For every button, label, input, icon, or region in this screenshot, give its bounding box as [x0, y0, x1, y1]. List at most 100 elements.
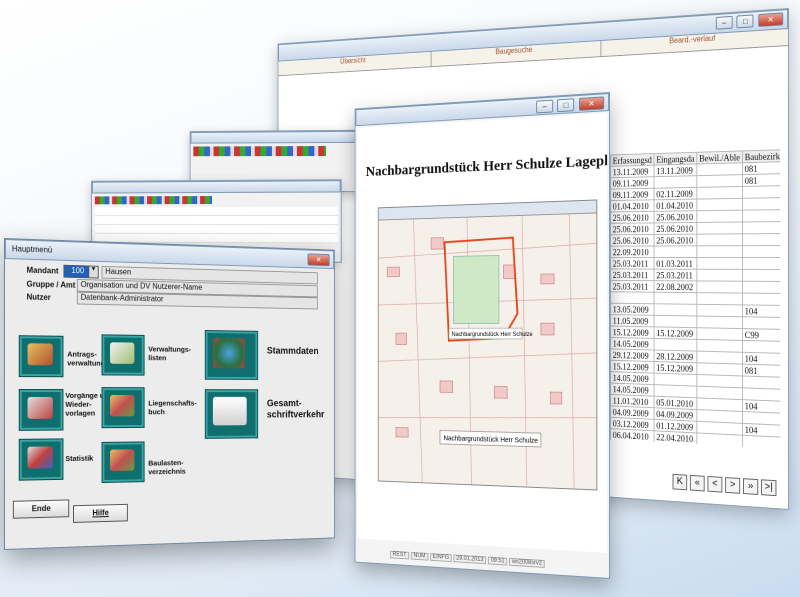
- table-cell: 02.11.2009: [654, 187, 697, 200]
- table-cell: [742, 197, 781, 211]
- hilfe-button[interactable]: Hilfe: [73, 503, 128, 523]
- table-cell: 22.04.2010: [654, 430, 697, 445]
- table-cell: 25.03.2011: [610, 280, 655, 293]
- baulastenverzeichnis-button[interactable]: [101, 441, 145, 483]
- antragsverwaltung-label: Antrags- verwaltung: [67, 349, 105, 368]
- table-cell: [742, 269, 781, 282]
- table-cell: [696, 245, 743, 258]
- record-navigation: K «< >» >|: [672, 473, 777, 497]
- status-cell: EINFG: [429, 553, 452, 563]
- gesamtschriftverkehr-label: Gesamt- schriftverkehr: [266, 398, 325, 421]
- site-plan: Nachbargrundstück Herr Schulze Nachbargr…: [379, 213, 597, 490]
- table-cell: [742, 221, 781, 234]
- table-cell: 01.04.2010: [610, 199, 655, 212]
- ende-button[interactable]: Ende: [12, 499, 70, 519]
- table-cell: 25.06.2010: [610, 222, 655, 235]
- table-cell: 22.08.2002: [654, 280, 697, 293]
- table-cell: [696, 162, 743, 176]
- table-cell: [696, 186, 743, 200]
- gesamtschriftverkehr-button[interactable]: [204, 389, 259, 439]
- table-cell: [696, 327, 743, 341]
- table-cell: [610, 291, 655, 304]
- table-cell: 09.11.2009: [610, 176, 655, 190]
- baulastenverzeichnis-label: Baulasten- verzeichnis: [148, 458, 186, 477]
- table-cell: 15.12.2009: [654, 326, 697, 340]
- gruppe-label: Gruppe / Amt: [26, 279, 76, 290]
- table-cell: 25.06.2010: [654, 222, 697, 235]
- nutzer-label: Nutzer: [26, 292, 51, 302]
- close-icon[interactable]: ✕: [307, 253, 330, 267]
- table-cell: [696, 221, 743, 235]
- status-cell: 29.01.2013: [453, 554, 487, 565]
- table-cell: C99: [742, 328, 781, 342]
- statistik-label: Statistik: [65, 453, 94, 464]
- table-cell: [742, 185, 781, 199]
- chevron-down-icon[interactable]: ▼: [88, 265, 99, 279]
- table-cell: 01.03.2011: [654, 257, 697, 270]
- table-cell: [742, 316, 781, 330]
- status-cell: REST: [389, 550, 410, 560]
- table-cell: [696, 304, 743, 317]
- table-cell: [742, 233, 781, 246]
- close-icon[interactable]: ✕: [758, 12, 784, 27]
- table-cell: 11.05.2009: [610, 314, 655, 327]
- stammdaten-button[interactable]: [204, 330, 259, 380]
- table-cell: 104: [742, 304, 781, 318]
- status-cell: 09:51: [487, 556, 508, 566]
- table-cell: [696, 174, 743, 188]
- table-row[interactable]: 22.09.2010: [610, 245, 781, 258]
- minimize-icon[interactable]: –: [715, 15, 733, 30]
- nav-button[interactable]: >: [725, 477, 741, 494]
- map-plot-label: Nachbargrundstück Herr Schulze: [452, 332, 533, 338]
- table-cell: 25.03.2011: [610, 257, 655, 270]
- lageplan-window: – □ ✕ Nachbargrundstück Herr Schulze Lag…: [354, 92, 610, 579]
- nav-button[interactable]: «: [689, 474, 705, 492]
- nav-button[interactable]: »: [743, 478, 759, 495]
- table-cell: 09.11.2009: [610, 188, 655, 201]
- liegenschaftsbuch-button[interactable]: [101, 387, 145, 429]
- baugesuche-table: Erfassungsd Eingangsda Bewil./Able Baubezir…: [610, 149, 781, 449]
- hauptmenue-window: Hauptmenü ✕ Mandant 100 ▼ Hausen Gruppe …: [4, 238, 335, 550]
- table-cell: 25.03.2011: [654, 269, 697, 281]
- table-cell: [742, 293, 781, 306]
- table-cell: [696, 210, 743, 223]
- maximize-icon[interactable]: □: [557, 98, 575, 113]
- table-cell: [696, 269, 743, 282]
- table-cell: [742, 245, 781, 258]
- status-bar: REST NUM EINFG 29.01.2013 09:51 ws2008srv2: [389, 550, 545, 568]
- statistik-button[interactable]: [18, 438, 64, 481]
- table-cell: [696, 257, 743, 270]
- table-cell: [654, 245, 697, 258]
- table-cell: [654, 175, 697, 189]
- map-viewer[interactable]: Nachbargrundstück Herr Schulze Nachbargr…: [377, 199, 598, 491]
- table-cell: [654, 315, 697, 328]
- nav-button[interactable]: <: [707, 475, 723, 493]
- table-cell: [696, 198, 743, 211]
- vorgaenge-button[interactable]: [18, 389, 64, 431]
- table-row[interactable]: 25.03.2011 01.03.2011: [610, 257, 781, 270]
- verwaltungslisten-button[interactable]: [101, 334, 145, 376]
- close-icon[interactable]: ✕: [578, 96, 605, 111]
- window-title: Hauptmenü: [11, 244, 53, 255]
- table-cell: 25.06.2010: [610, 234, 655, 247]
- table-row[interactable]: 25.06.2010 25.06.2010: [610, 233, 781, 247]
- table-cell: 25.03.2011: [610, 268, 655, 281]
- stammdaten-label: Stammdaten: [266, 346, 319, 357]
- table-cell: 13.11.2009: [610, 165, 655, 178]
- mandant-label: Mandant: [26, 265, 59, 276]
- minimize-icon[interactable]: –: [536, 99, 554, 114]
- table-cell: 081: [742, 173, 781, 187]
- table-cell: [696, 292, 743, 305]
- maximize-icon[interactable]: □: [736, 14, 754, 29]
- antragsverwaltung-button[interactable]: [18, 335, 64, 378]
- table-cell: 25.06.2010: [654, 210, 697, 223]
- table-cell: [654, 292, 697, 305]
- nav-button[interactable]: K: [672, 473, 688, 491]
- table-cell: 13.05.2009: [610, 303, 655, 316]
- table-cell: [696, 280, 743, 294]
- column-header[interactable]: Baubezirk: [742, 149, 781, 163]
- verwaltungslisten-label: Verwaltungs- listen: [148, 344, 191, 363]
- table-cell: [654, 303, 697, 317]
- nav-button[interactable]: >|: [761, 479, 777, 497]
- toolbar-icons: [193, 146, 327, 157]
